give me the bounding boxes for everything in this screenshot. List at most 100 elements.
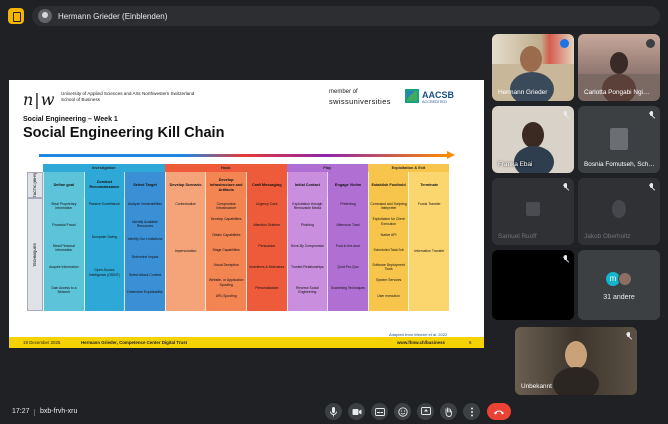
meeting-info-icon[interactable] <box>8 8 24 24</box>
university-name: University of Applied Sciences and Arts … <box>61 91 221 103</box>
meet-window: Hermann Grieder (Einblenden) n|w Univers… <box>0 0 668 424</box>
technique-item: Exploitation through Removable Media <box>292 202 323 211</box>
participant-tile[interactable]: Hermann Grieder <box>492 34 574 101</box>
camera-icon <box>352 408 361 415</box>
technique-item: URL Spoofing <box>215 293 237 298</box>
phase-label: Investigation <box>43 164 165 172</box>
footer-author: Hermann Grieder, Competence Center Digit… <box>81 340 188 345</box>
technique-item: Determine Exploitability <box>127 290 163 295</box>
slide-title: Social Engineering Kill Chain <box>23 125 225 141</box>
technique-item: Information Transfer <box>414 249 445 254</box>
others-avatar-photo <box>618 272 632 286</box>
present-icon <box>420 407 431 415</box>
participant-name: Bosnia Fomutseh, Sch… <box>584 161 655 168</box>
participant-name: Carlotta Pongabi Ngi… <box>584 89 650 96</box>
hang-up-button[interactable] <box>487 403 511 420</box>
self-view-tile[interactable]: Unbekannt <box>515 327 637 395</box>
technique-item: Identify Available Resources <box>132 219 158 229</box>
footer-date: 19 December 2025 <box>23 340 61 345</box>
mic-off-icon <box>562 183 568 191</box>
mic-off-icon <box>562 255 568 263</box>
technique-item: Determine Impact <box>131 254 159 259</box>
microphone-button[interactable] <box>325 403 342 420</box>
member-of-label: member of <box>329 89 358 95</box>
technique-item: Financial Fraud <box>52 222 76 227</box>
participant-name: Hermann Grieder <box>498 89 548 96</box>
slide-subtitle: Social Engineering – Week 1 <box>23 116 118 123</box>
presenter-pill[interactable]: Hermann Grieder (Einblenden) <box>32 6 660 26</box>
technique-column: Pretexting Afternoon Tract Foot-in-the-doo… <box>327 198 368 311</box>
presenter-avatar <box>38 9 52 23</box>
others-tile[interactable]: m 31 andere <box>578 250 660 320</box>
technique-column: Exploitation through Removable Media Phis… <box>286 198 328 311</box>
technique-item: Scamming Techniques <box>330 285 366 290</box>
technique-item: Command and Scripting Interpreter <box>370 202 407 211</box>
camera-button[interactable] <box>348 403 365 420</box>
technique-column: Urgency Cues Attention Grabber Persuasion I… <box>246 198 287 311</box>
technique-item: Gain Access to a Network <box>51 285 77 295</box>
tactic-header: Develop Scenario <box>164 172 206 198</box>
technique-item: Pretexting <box>340 202 356 206</box>
phase-label: Exploitation & Exit <box>367 164 449 172</box>
kill-chain-arrow <box>39 154 449 157</box>
technique-item: Open-Source Intelligence (OSINT) <box>89 268 120 277</box>
clock: 17:27 <box>12 408 30 415</box>
technique-item: Contextualize <box>175 202 196 206</box>
footer-page-number: 6 <box>469 340 472 345</box>
mic-off-icon <box>625 332 631 340</box>
participant-video <box>520 46 542 72</box>
captions-button[interactable] <box>371 403 388 420</box>
technique-item: Native API <box>380 232 397 237</box>
technique-column: Contextualize Impersonation <box>164 198 206 311</box>
participant-tile[interactable]: Carlotta Pongabi Ngi… <box>578 34 660 101</box>
present-button[interactable] <box>417 403 434 420</box>
raise-hand-button[interactable] <box>440 403 457 420</box>
technique-item: Afternoon Tract <box>336 222 360 227</box>
tactic-header: Conduct Reconnaissance <box>83 172 125 198</box>
emoji-button[interactable] <box>394 403 411 420</box>
technique-item: Develop Capabilities <box>210 217 242 222</box>
technique-item: Personalization <box>255 285 279 290</box>
technique-item: Exploitation for Client Execution <box>372 217 405 226</box>
swissuniversities-logo: swissuniversities <box>329 97 391 106</box>
technique-item: Incentives & Motivators <box>249 264 285 269</box>
participant-avatar <box>526 202 540 216</box>
technique-item: Urgency Cues <box>256 202 278 206</box>
technique-item: Impersonation <box>174 249 197 254</box>
participant-tile[interactable]: Bosnia Fomutseh, Sch… <box>578 106 660 173</box>
technique-item: Steal Personal Information <box>52 243 75 253</box>
participant-video <box>565 341 587 369</box>
tactic-header: Craft Messaging <box>246 172 287 198</box>
tactic-side-label: TACTIC (WHY) <box>27 172 43 198</box>
technique-item: Persuasion <box>258 243 276 248</box>
mic-icon <box>646 39 655 48</box>
more-options-button[interactable] <box>463 403 480 420</box>
tactic-header: Engage Victim <box>327 172 368 198</box>
mic-off-icon <box>648 111 654 119</box>
technique-item: Software Deployment Tools <box>372 263 405 272</box>
technique-item: Trusted Relationships <box>291 264 324 269</box>
phase-label: Hook <box>164 164 287 172</box>
university-line: School of Business <box>61 97 101 102</box>
divider <box>34 409 35 416</box>
participant-name: Jakob Oberholtz <box>584 233 631 240</box>
fhnw-logo: n|w <box>23 90 56 109</box>
technique-item: Stage Capabilities <box>212 247 240 252</box>
technique-column: Analyze Vulnerabilities Identify Availabl… <box>124 198 165 311</box>
technique-column: Passive Surveillance Dumpster Diving Open-… <box>83 198 125 311</box>
tactic-header: Initial Contact <box>286 172 328 198</box>
participant-name: Franka Ebai <box>498 161 533 168</box>
technique-item: Quid-Pro-Quo <box>337 264 359 269</box>
tactic-header: Develop Infrastructure and Artifacts <box>205 172 246 198</box>
participant-tile[interactable]: Jakob Oberholtz <box>578 178 660 245</box>
tactic-header: Establish Foothold <box>367 172 409 198</box>
technique-item: Drive-By Compromise <box>290 243 324 248</box>
footer-website: www.fhnw.ch/business <box>397 340 445 345</box>
technique-column: Funds Transfer Information Transfer <box>408 198 449 311</box>
technique-item: Scheduled Task/Job <box>373 247 404 252</box>
aacsb-sub-label: ACCREDITED <box>422 100 447 104</box>
participant-tile[interactable] <box>492 250 574 320</box>
technique-item: Website- or Application Spoofing <box>208 278 244 287</box>
participant-tile[interactable]: Samuel Ruoff <box>492 178 574 245</box>
participant-tile[interactable]: Franka Ebai <box>492 106 574 173</box>
